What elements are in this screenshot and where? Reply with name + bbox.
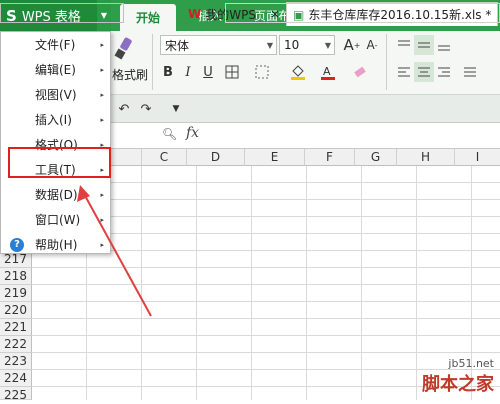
watermark: jb51.net 脚本之家 (422, 357, 494, 396)
watermark-site: jb51.net (448, 357, 494, 370)
annotation-arrow (77, 185, 152, 317)
watermark-brand: 脚本之家 (422, 374, 494, 395)
